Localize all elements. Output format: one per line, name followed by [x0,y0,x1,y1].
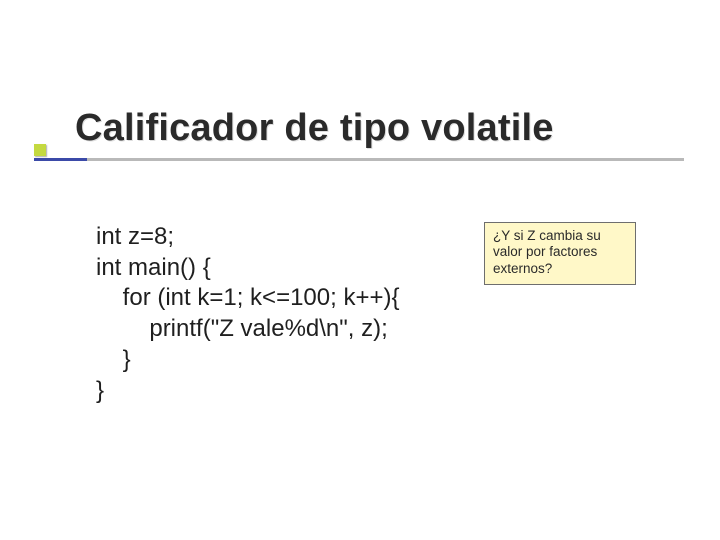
code-line: } [96,346,131,373]
title-underline [34,158,684,161]
code-line: for (int k=1; k<=100; k++){ [96,284,400,311]
slide-title: Calificador de tipo volatile [75,108,675,150]
code-block: int z=8; int main() { for (int k=1; k<=1… [96,222,400,406]
code-line: int main() { [96,254,211,281]
code-line: int z=8; [96,223,174,250]
title-bullet-icon [34,144,46,156]
code-line: printf("Z vale%d\n", z); [96,315,388,342]
code-line: } [96,377,104,404]
slide: Calificador de tipo volatile int z=8; in… [0,0,720,540]
callout-note: ¿Y si Z cambia su valor por factores ext… [484,222,636,285]
title-wrap: Calificador de tipo volatile [75,108,675,150]
